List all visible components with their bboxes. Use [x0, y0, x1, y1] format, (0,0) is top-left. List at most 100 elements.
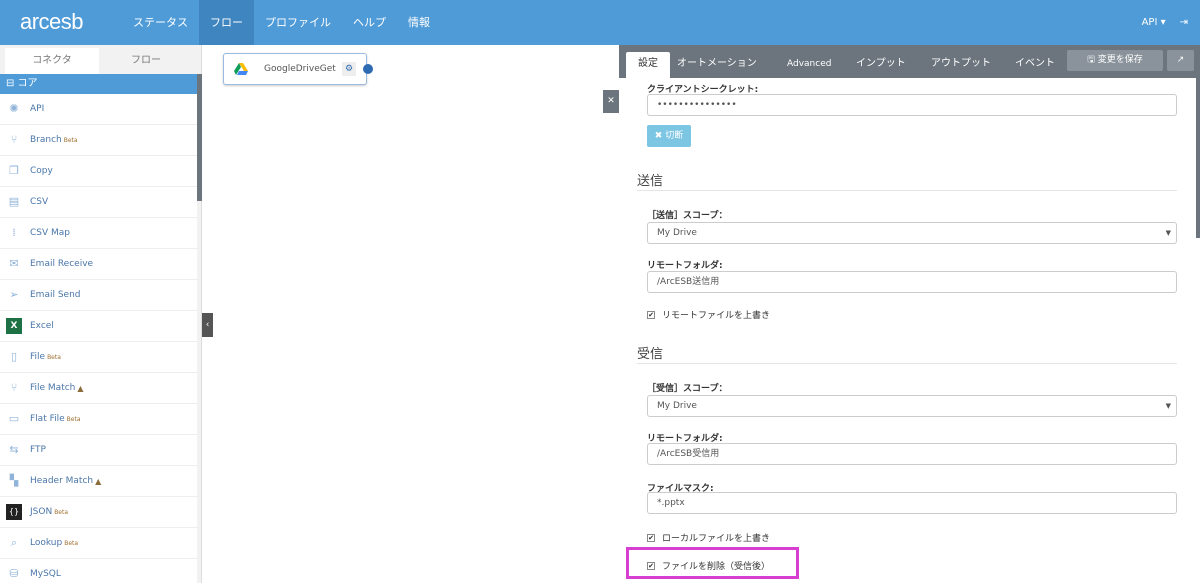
file-match-icon: ⑂: [10, 381, 18, 394]
flow-node[interactable]: GoogleDriveGet ⚙: [223, 53, 373, 85]
node-name: GoogleDriveGet: [264, 64, 336, 74]
logo[interactable]: arcesb: [20, 9, 84, 35]
panel-scrollbar[interactable]: [1196, 78, 1200, 238]
json-icon: {}: [6, 504, 22, 520]
connector-sidebar: コネクタ フロー ⊟ コア ✺ API ⑂ Branch Beta ❐ Copy ▤ CSV ⁞ C…: [0, 45, 202, 583]
file-mask-input[interactable]: *.pptx: [647, 492, 1177, 514]
email-receive-icon: ✉: [9, 257, 19, 270]
beta-badge: Beta: [54, 508, 69, 516]
connector-item[interactable]: X Excel: [0, 311, 197, 342]
connector-label: Email Send: [30, 290, 81, 300]
connector-item[interactable]: ⌕ Lookup Beta: [0, 528, 197, 559]
nav-profile[interactable]: プロファイル: [254, 0, 342, 45]
send-scope-value: My Drive: [657, 228, 697, 238]
send-folder-input[interactable]: /ArcESB送信用: [647, 271, 1177, 293]
divider: [637, 363, 1177, 364]
connector-item[interactable]: ⛁ MySQL: [0, 559, 197, 583]
checkbox-icon[interactable]: ✔: [647, 533, 655, 542]
csv-map-icon: ⁞: [12, 226, 16, 239]
connector-item[interactable]: ➢ Email Send: [0, 280, 197, 311]
tab-connectors[interactable]: コネクタ: [5, 48, 99, 74]
nav-status[interactable]: ステータス: [122, 0, 199, 45]
connector-item[interactable]: ✺ API: [0, 94, 197, 125]
user-menu[interactable]: API ▾: [1142, 0, 1166, 45]
connector-label: FTP: [30, 445, 46, 455]
main-nav: ステータス フロー プロファイル ヘルプ 情報: [122, 0, 441, 45]
collapse-sidebar-button[interactable]: ‹: [202, 313, 213, 337]
tab-settings[interactable]: 設定: [626, 52, 670, 78]
tab-advanced[interactable]: Advanced: [787, 52, 831, 78]
beta-badge: Beta: [64, 539, 79, 547]
send-overwrite-checkbox[interactable]: ✔ リモートファイルを上書き: [647, 308, 770, 321]
connector-item[interactable]: ⑂ File Match ▲: [0, 373, 197, 404]
header-match-icon: ▚: [9, 474, 19, 487]
connector-item[interactable]: ✉ Email Receive: [0, 249, 197, 280]
chevron-down-icon: ▼: [1165, 229, 1171, 237]
mysql-icon: ⛁: [9, 567, 19, 580]
tab-input[interactable]: インプット: [856, 52, 906, 78]
tab-events[interactable]: イベント: [1015, 52, 1055, 78]
connector-label: File Match: [30, 383, 76, 393]
receive-scope-select[interactable]: My Drive ▼: [647, 395, 1177, 417]
delete-file-checkbox[interactable]: ✔ ファイルを削除（受信後）: [647, 559, 770, 572]
connector-label: Excel: [30, 321, 54, 331]
tab-automation[interactable]: オートメーション: [677, 52, 757, 78]
beta-badge: Beta: [66, 415, 81, 423]
tab-flows[interactable]: フロー: [99, 48, 193, 74]
csv-icon: ▤: [8, 195, 20, 208]
connector-label: Lookup: [30, 538, 63, 548]
connector-item[interactable]: ⑂ Branch Beta: [0, 125, 197, 156]
branch-icon: ⑂: [10, 133, 18, 146]
connector-item[interactable]: {} JSON Beta: [0, 497, 197, 528]
warning-icon: ▲: [95, 476, 102, 486]
checkbox-icon[interactable]: ✔: [647, 310, 655, 319]
warning-icon: ▲: [77, 383, 84, 393]
checkbox-icon[interactable]: ✔: [647, 561, 655, 570]
connector-item[interactable]: ⇆ FTP: [0, 435, 197, 466]
tab-output[interactable]: アウトプット: [931, 52, 991, 78]
beta-badge: Beta: [63, 136, 78, 144]
file-icon: ▯: [10, 350, 18, 363]
external-link-icon[interactable]: ↗: [1167, 50, 1194, 71]
nav-info[interactable]: 情報: [397, 0, 441, 45]
flow-canvas[interactable]: [202, 45, 619, 583]
client-secret-input[interactable]: •••••••••••••••: [647, 94, 1177, 116]
gear-icon[interactable]: ⚙: [342, 62, 356, 76]
connector-label: JSON: [30, 507, 53, 517]
settings-panel: 設定 オートメーション Advanced インプット アウトプット イベント 🖫…: [619, 45, 1200, 583]
lookup-icon: ⌕: [10, 536, 18, 549]
disconnect-button[interactable]: ✖ 切断: [647, 125, 691, 147]
local-overwrite-label: ローカルファイルを上書き: [662, 534, 771, 544]
connector-label: Branch: [30, 135, 62, 145]
divider: [637, 190, 1177, 191]
beta-badge: Beta: [47, 353, 61, 361]
receive-heading: 受信: [637, 347, 664, 362]
connector-list: ✺ API ⑂ Branch Beta ❐ Copy ▤ CSV ⁞ CSV Map ✉ Email R…: [0, 94, 197, 583]
nav-help[interactable]: ヘルプ: [342, 0, 397, 45]
connector-label: MySQL: [30, 569, 61, 579]
connector-item[interactable]: ⁞ CSV Map: [0, 218, 197, 249]
connector-label: Email Receive: [30, 259, 94, 269]
receive-folder-input[interactable]: /ArcESB受信用: [647, 443, 1177, 465]
local-overwrite-checkbox[interactable]: ✔ ローカルファイルを上書き: [647, 531, 770, 544]
send-scope-select[interactable]: My Drive ▼: [647, 222, 1177, 244]
connector-item[interactable]: ▚ Header Match ▲: [0, 466, 197, 497]
send-heading: 送信: [637, 174, 664, 189]
copy-icon: ❐: [9, 164, 19, 177]
google-drive-icon: [234, 63, 248, 75]
connector-item[interactable]: ❐ Copy: [0, 156, 197, 187]
connector-item[interactable]: ▭ Flat File Beta: [0, 404, 197, 435]
save-changes-button[interactable]: 🖫 変更を保存: [1067, 50, 1163, 71]
connector-item[interactable]: ▯ File Beta: [0, 342, 197, 373]
api-icon: ✺: [9, 102, 19, 115]
ftp-icon: ⇆: [9, 443, 19, 456]
connector-label: File: [30, 352, 46, 362]
flat-file-icon: ▭: [8, 412, 20, 425]
output-port[interactable]: [363, 64, 373, 74]
connector-label: Header Match: [30, 476, 94, 486]
connector-item[interactable]: ▤ CSV: [0, 187, 197, 218]
close-panel-button[interactable]: ✕: [603, 90, 619, 113]
nav-flow[interactable]: フロー: [199, 0, 254, 45]
section-core[interactable]: ⊟ コア: [0, 74, 197, 94]
sign-out-icon[interactable]: ⇥: [1180, 0, 1188, 45]
